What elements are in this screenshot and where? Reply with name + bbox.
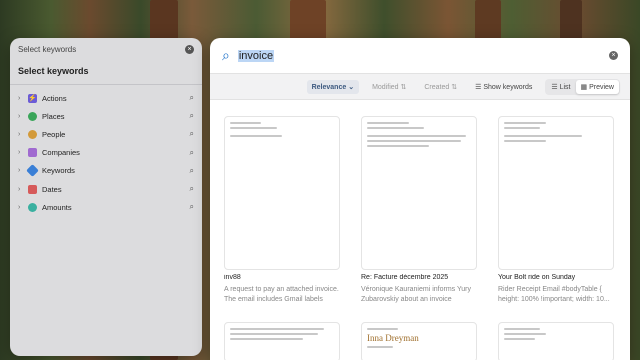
lightning-icon: ⚡	[28, 93, 37, 103]
result-description: Véronique Kauraniemi informs Yury Zubaro…	[361, 286, 471, 303]
search-icon: ⌕	[222, 47, 230, 63]
preview-view-button[interactable]: ▦ Preview	[575, 79, 619, 94]
search-icon[interactable]: ⌕	[190, 202, 194, 212]
keywords-panel: Select keywords × Select keywords › ⚡ Ac…	[10, 38, 202, 356]
result-title: Re: Facture décembre 2025	[361, 274, 449, 281]
result-description: Rider Receipt Email #bodyTable { height:…	[498, 286, 610, 303]
list-view-button[interactable]: ☰ List	[546, 80, 575, 94]
clear-search-icon[interactable]: ×	[609, 51, 618, 60]
keyword-category-list: › ⚡ Actions ⌕ › Places ⌕ › People ⌕ › Co…	[10, 85, 202, 216]
chevron-down-icon: ⌄	[348, 83, 355, 91]
category-companies[interactable]: › Companies ⌕	[10, 144, 202, 162]
document-thumbnail	[361, 116, 477, 270]
chevron-right-icon[interactable]: ›	[18, 131, 28, 138]
search-icon[interactable]: ⌕	[190, 93, 194, 103]
result-card[interactable]: Your Bolt ride on Sunday Rider Receipt E…	[498, 116, 614, 304]
view-toggle: ☰ List ▦ Preview	[545, 78, 620, 95]
category-label: Places	[42, 111, 65, 121]
result-description: A request to pay an attached invoice. Th…	[224, 286, 339, 303]
chevron-right-icon[interactable]: ›	[18, 95, 28, 102]
chevron-right-icon[interactable]: ›	[18, 149, 28, 156]
grid-icon: ▦	[580, 83, 588, 91]
document-thumbnail[interactable]: Inna Dreyman	[361, 322, 477, 360]
sort-arrows-icon: ⇅	[400, 83, 407, 91]
coin-icon	[28, 202, 37, 212]
resume-name: Inna Dreyman	[367, 333, 419, 343]
sort-relevance-button[interactable]: Relevance ⌄	[306, 79, 360, 94]
category-label: Actions	[42, 93, 67, 103]
category-people[interactable]: › People ⌕	[10, 125, 202, 143]
category-keywords[interactable]: › Keywords ⌕	[10, 162, 202, 180]
category-places[interactable]: › Places ⌕	[10, 107, 202, 125]
sort-created-label: Created	[424, 83, 450, 91]
panel-header-title: Select keywords	[18, 44, 77, 54]
panel-title: Select keywords	[10, 60, 202, 85]
result-title: Your Bolt ride on Sunday	[498, 274, 576, 281]
search-icon[interactable]: ⌕	[190, 148, 194, 158]
tag-icon	[26, 164, 39, 178]
list-label: List	[559, 83, 571, 91]
globe-icon	[28, 111, 37, 121]
category-label: People	[42, 129, 66, 139]
show-keywords-button[interactable]: ☰ Show keywords	[470, 80, 537, 94]
result-card[interactable]: inv88 A request to pay an attached invoi…	[224, 116, 340, 304]
document-thumbnail[interactable]	[498, 322, 614, 360]
sort-modified-label: Modified	[372, 83, 399, 91]
search-icon[interactable]: ⌕	[190, 129, 194, 139]
document-thumbnail	[498, 116, 614, 270]
chevron-right-icon[interactable]: ›	[18, 204, 28, 211]
show-keywords-label: Show keywords	[483, 83, 533, 91]
search-input[interactable]: invoice	[237, 49, 275, 62]
search-icon[interactable]: ⌕	[190, 166, 194, 176]
document-thumbnail	[224, 116, 340, 270]
calendar-icon	[28, 184, 37, 194]
result-title: inv88	[224, 274, 241, 281]
sort-relevance-label: Relevance	[311, 83, 347, 91]
category-dates[interactable]: › Dates ⌕	[10, 180, 202, 198]
category-actions[interactable]: › ⚡ Actions ⌕	[10, 89, 202, 107]
sort-modified-button[interactable]: Modified ⇅	[367, 80, 411, 94]
result-card[interactable]: Re: Facture décembre 2025 Véronique Kaur…	[361, 116, 477, 304]
preview-label: Preview	[589, 83, 614, 91]
category-label: Companies	[42, 148, 80, 158]
search-icon[interactable]: ⌕	[190, 111, 194, 121]
category-label: Keywords	[42, 166, 75, 176]
document-thumbnail[interactable]	[224, 322, 340, 360]
category-label: Dates	[42, 184, 62, 194]
search-window: ⌕ invoice × Relevance ⌄ Modified ⇅ Creat…	[210, 38, 630, 360]
category-label: Amounts	[42, 202, 72, 212]
lines-icon: ☰	[475, 83, 482, 91]
search-icon[interactable]: ⌕	[190, 184, 194, 194]
category-amounts[interactable]: › Amounts ⌕	[10, 198, 202, 216]
sort-created-button[interactable]: Created ⇅	[419, 80, 462, 94]
building-icon	[28, 148, 37, 158]
list-icon: ☰	[551, 83, 558, 91]
close-icon[interactable]: ×	[185, 44, 194, 54]
chevron-right-icon[interactable]: ›	[18, 186, 28, 193]
panel-header: Select keywords ×	[10, 38, 202, 60]
person-icon	[28, 129, 37, 139]
sort-arrows-icon: ⇅	[451, 83, 458, 91]
search-bar[interactable]: ⌕ invoice ×	[210, 38, 630, 74]
chevron-right-icon[interactable]: ›	[18, 113, 28, 120]
sort-toolbar: Relevance ⌄ Modified ⇅ Created ⇅ ☰ Show …	[210, 74, 630, 100]
